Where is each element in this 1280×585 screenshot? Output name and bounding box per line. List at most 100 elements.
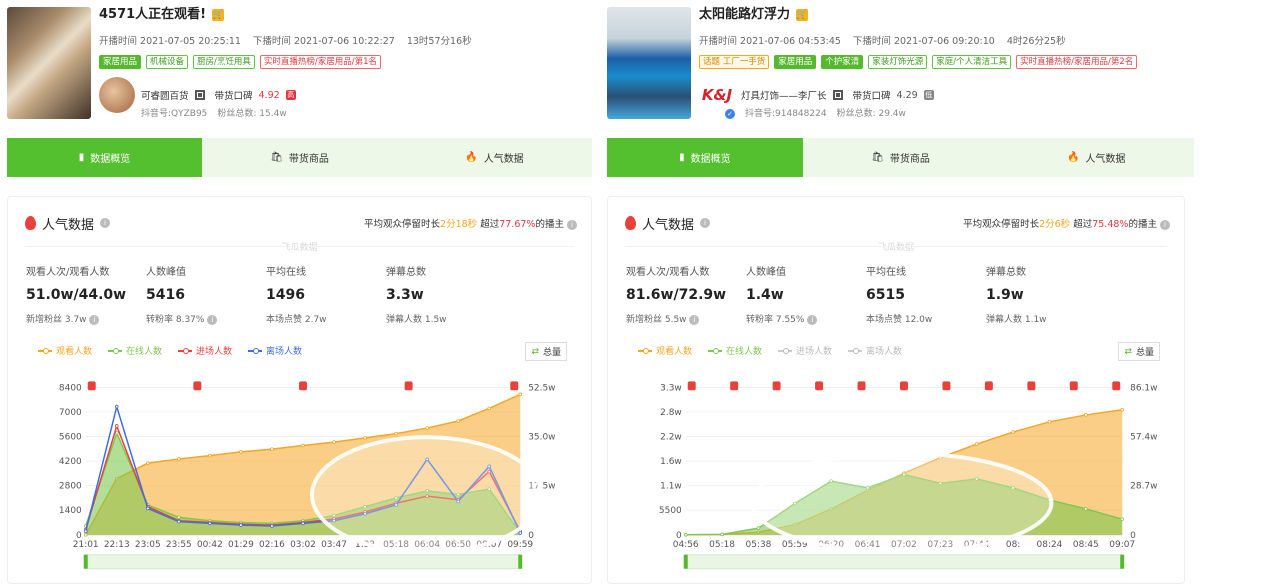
tab-popularity[interactable]: 🔥 人气数据 <box>998 138 1194 177</box>
data-point <box>518 392 523 397</box>
legend-item[interactable]: 观看人数 <box>638 344 692 357</box>
y-right-tick-label: 28.7w <box>1130 482 1157 492</box>
rating-label: 带货口碑 <box>852 91 891 102</box>
rating-value: 4.92 <box>258 89 280 101</box>
info-icon[interactable]: i <box>207 315 218 325</box>
legend-item[interactable]: 在线人数 <box>708 344 762 357</box>
x-tick-label: 08:45 <box>1073 540 1099 550</box>
data-point <box>1084 413 1088 417</box>
data-point <box>425 426 429 430</box>
fire-icon <box>625 216 636 230</box>
info-icon[interactable]: i <box>700 218 711 228</box>
y-left-tick-label: 2.8w <box>660 408 682 418</box>
popularity-chart[interactable]: 055001.1w1.6w2.2w2.8w3.3w028.7w57.4w86.1… <box>608 375 1184 585</box>
room-title[interactable]: 4571人正在观看! 🛒 <box>99 5 592 25</box>
data-point <box>756 526 761 530</box>
avatar[interactable] <box>99 77 135 113</box>
data-point <box>720 532 724 537</box>
zoom-slider-handle-left <box>83 554 88 569</box>
legend-item[interactable]: 进场人数 <box>178 344 232 357</box>
rank-tag[interactable]: 实时直播热榜/家居用品/第2名 <box>1016 55 1138 69</box>
shop-name[interactable]: 灯具灯饰——李厂长 <box>741 88 827 102</box>
data-point <box>270 524 274 528</box>
info-icon[interactable]: i <box>100 218 111 228</box>
data-point <box>239 523 243 527</box>
data-point <box>270 447 274 451</box>
tag: 家居用品 <box>99 55 142 69</box>
total-toggle-button[interactable]: ⇄ 总量 <box>1118 342 1160 361</box>
gift-bag-icon <box>815 381 824 391</box>
info-icon[interactable]: i <box>1160 220 1170 230</box>
tag-list: 家居用品 机械设备 厨房/烹饪用具 实时直播热榜/家居用品/第1名 <box>99 55 592 69</box>
room-title[interactable]: 太阳能路灯浮力 🛒 <box>699 5 1194 25</box>
qr-code-icon[interactable] <box>832 90 843 100</box>
data-point <box>177 515 181 520</box>
shop-name[interactable]: 可睿圆百货 <box>141 88 189 102</box>
gift-bag-icon <box>1112 381 1121 391</box>
legend-item[interactable]: 离场人数 <box>848 344 902 357</box>
flame-icon: 🔥 <box>465 152 478 163</box>
gift-bag-icon <box>87 381 96 391</box>
y-left-tick-label: 2800 <box>59 482 82 492</box>
card-title: 人气数据 <box>42 217 95 233</box>
tag: 厨房/烹饪用具 <box>193 55 255 69</box>
tag: 个护家清 <box>821 55 864 69</box>
tab-products[interactable]: 🛍 带货商品 <box>202 138 397 177</box>
highlight-ellipse <box>750 451 1054 555</box>
info-icon[interactable]: i <box>567 220 577 230</box>
room-thumbnail[interactable] <box>607 7 691 119</box>
x-tick-label: 08:24 <box>1037 540 1063 550</box>
data-point <box>683 533 688 537</box>
gift-bag-icon <box>772 381 781 391</box>
y-right-tick-label: 35.0w <box>528 432 555 442</box>
info-icon[interactable]: i <box>689 315 700 325</box>
stats-row: 观看人次/观看人数 51.0w/44.0w 新增粉丝 3.7w i 人数峰值 5416… <box>26 263 573 325</box>
y-left-tick-label: 7000 <box>59 408 82 418</box>
info-icon[interactable]: i <box>89 315 100 325</box>
legend-item[interactable]: 观看人数 <box>38 344 92 357</box>
stay-summary: 平均观众停留时长2分18秒 超过77.67%的播主 i <box>364 216 577 230</box>
room-thumbnail[interactable] <box>7 7 91 119</box>
zoom-slider-track <box>685 554 1123 570</box>
y-right-tick-label: 57.4w <box>1130 432 1157 442</box>
legend-item[interactable]: 在线人数 <box>108 344 162 357</box>
legend-item[interactable]: 进场人数 <box>778 344 832 357</box>
zoom-slider-track <box>85 554 521 570</box>
popularity-chart[interactable]: 0140028004200560070008400017.5w35.0w52.5… <box>8 375 591 585</box>
rating-badge: 高 <box>285 90 296 100</box>
tab-popularity[interactable]: 🔥 人气数据 <box>397 138 592 177</box>
stat-views: 观看人次/观看人数 81.6w/72.9w 新增粉丝 5.5w i <box>626 267 727 325</box>
highlight-ellipse <box>309 435 544 555</box>
data-point <box>114 424 119 428</box>
data-point <box>146 506 150 511</box>
legend-item[interactable]: 离场人数 <box>248 344 302 357</box>
gift-bag-icon <box>730 381 739 391</box>
x-tick-label: 09:59 <box>507 540 533 550</box>
data-point <box>114 431 119 435</box>
gift-bag-icon <box>193 381 202 391</box>
topic-tag[interactable]: 话题 工厂一手货 <box>699 55 770 69</box>
data-point <box>146 461 150 465</box>
info-icon[interactable]: i <box>807 315 818 325</box>
zoom-slider-handle-left <box>683 554 688 569</box>
room-header: 4571人正在观看! 🛒 开播时间 2021-07-05 20:25:11 下播时间… <box>7 0 592 125</box>
total-toggle-button[interactable]: ⇄ 总量 <box>525 342 567 361</box>
qr-code-icon[interactable] <box>194 90 205 100</box>
tab-data-overview[interactable]: ▮ 数据概览 <box>607 138 803 177</box>
data-point <box>456 419 460 423</box>
x-tick-label: 22:13 <box>104 540 130 550</box>
room-column-2: 太阳能路灯浮力 🛒 开播时间 2021-07-06 04:53:45 下播时间 20… <box>607 0 1194 584</box>
rank-tag[interactable]: 实时直播热榜/家居用品/第1名 <box>259 55 382 69</box>
bar-chart-icon: ▮ <box>679 152 685 163</box>
cart-icon: 🛒 <box>796 9 809 21</box>
tab-products[interactable]: 🛍 带货商品 <box>803 138 999 177</box>
tab-data-overview[interactable]: ▮ 数据概览 <box>7 138 202 177</box>
stay-summary: 平均观众停留时长2分6秒 超过75.48%的播主 i <box>963 216 1170 230</box>
stat-views: 观看人次/观看人数 51.0w/44.0w 新增粉丝 3.7w i <box>26 267 127 325</box>
bag-icon: 🛍 <box>871 152 884 163</box>
bar-chart-icon: ▮ <box>78 152 85 163</box>
flame-icon: 🔥 <box>1066 152 1080 163</box>
y-left-tick-label: 2.2w <box>660 432 682 442</box>
divider <box>625 246 1167 247</box>
data-point <box>363 436 367 440</box>
